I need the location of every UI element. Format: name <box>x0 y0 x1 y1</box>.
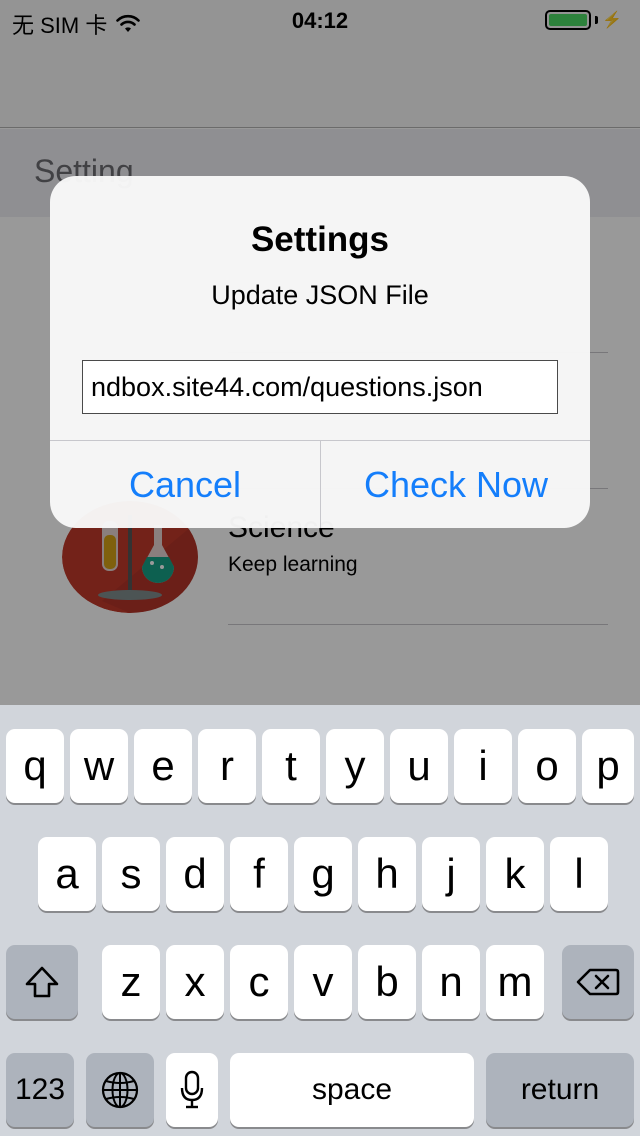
key-f[interactable]: f <box>230 837 288 911</box>
key-a[interactable]: a <box>38 837 96 911</box>
key-i[interactable]: i <box>454 729 512 803</box>
alert-message: Update JSON File <box>211 280 429 310</box>
key-m[interactable]: m <box>486 945 544 1019</box>
key-v[interactable]: v <box>294 945 352 1019</box>
key-y[interactable]: y <box>326 729 384 803</box>
delete-key[interactable] <box>562 945 634 1019</box>
cancel-button[interactable]: Cancel <box>50 441 320 528</box>
key-q[interactable]: q <box>6 729 64 803</box>
key-l[interactable]: l <box>550 837 608 911</box>
settings-alert: Settings Update JSON File Cancel Check N… <box>50 176 590 528</box>
key-z[interactable]: z <box>102 945 160 1019</box>
key-h[interactable]: h <box>358 837 416 911</box>
key-o[interactable]: o <box>518 729 576 803</box>
key-c[interactable]: c <box>230 945 288 1019</box>
globe-icon <box>101 1071 139 1109</box>
check-now-button[interactable]: Check Now <box>321 441 590 528</box>
key-r[interactable]: r <box>198 729 256 803</box>
key-d[interactable]: d <box>166 837 224 911</box>
space-key[interactable]: space <box>230 1053 474 1127</box>
alert-title: Settings <box>250 220 390 259</box>
key-k[interactable]: k <box>486 837 544 911</box>
delete-icon <box>576 968 620 996</box>
keyboard: q w e r t y u i o p a s d f g h j k l z … <box>0 705 640 1136</box>
microphone-icon <box>180 1070 204 1109</box>
key-u[interactable]: u <box>390 729 448 803</box>
shift-icon <box>25 966 59 998</box>
key-b[interactable]: b <box>358 945 416 1019</box>
dictation-key[interactable] <box>166 1053 218 1127</box>
key-j[interactable]: j <box>422 837 480 911</box>
key-n[interactable]: n <box>422 945 480 1019</box>
key-w[interactable]: w <box>70 729 128 803</box>
key-s[interactable]: s <box>102 837 160 911</box>
numbers-key[interactable]: 123 <box>6 1053 74 1127</box>
key-t[interactable]: t <box>262 729 320 803</box>
shift-key[interactable] <box>6 945 78 1019</box>
key-g[interactable]: g <box>294 837 352 911</box>
key-e[interactable]: e <box>134 729 192 803</box>
json-url-input[interactable] <box>82 360 558 414</box>
key-p[interactable]: p <box>582 729 634 803</box>
return-key[interactable]: return <box>486 1053 634 1127</box>
globe-key[interactable] <box>86 1053 154 1127</box>
key-x[interactable]: x <box>166 945 224 1019</box>
